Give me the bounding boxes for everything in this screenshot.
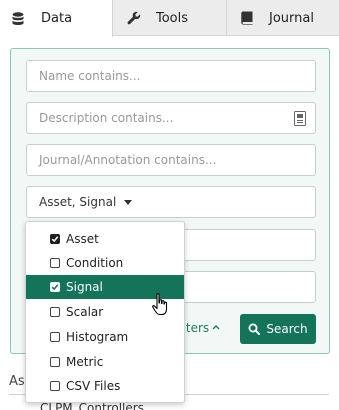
tab-journal-label: Journal — [269, 10, 314, 26]
menu-item-label: Metric — [66, 355, 104, 369]
document-icon[interactable] — [294, 111, 306, 126]
name-contains-input[interactable]: Name contains... — [26, 60, 316, 92]
data-panel-root: Data Tools Journal Name contains... Desc — [0, 0, 339, 410]
menu-item-label: Condition — [66, 256, 124, 270]
search-button[interactable]: Search — [240, 314, 316, 344]
type-filter-value: Asset, Signal — [39, 195, 117, 209]
name-contains-placeholder: Name contains... — [39, 69, 141, 83]
tab-bar: Data Tools Journal — [0, 0, 339, 37]
tab-data-label: Data — [41, 11, 73, 26]
description-contains-input[interactable]: Description contains... — [26, 102, 316, 134]
menu-item-label: Asset — [66, 232, 99, 246]
checkbox-checked-icon[interactable] — [50, 282, 60, 292]
journal-contains-placeholder: Journal/Annotation contains... — [39, 153, 217, 167]
tab-data[interactable]: Data — [0, 0, 113, 37]
tab-journal[interactable]: Journal — [227, 0, 339, 36]
tab-tools-label: Tools — [156, 10, 189, 26]
menu-item-label: Histogram — [66, 330, 129, 344]
menu-item-label: Scalar — [66, 305, 104, 319]
journal-contains-input[interactable]: Journal/Annotation contains... — [26, 144, 316, 176]
description-contains-placeholder: Description contains... — [39, 111, 174, 125]
type-filter-select[interactable]: Asset, Signal — [26, 186, 316, 218]
tab-tools[interactable]: Tools — [113, 0, 227, 36]
menu-item-histogram[interactable]: Histogram — [26, 325, 184, 349]
search-button-label: Search — [266, 322, 308, 336]
wrench-icon — [126, 10, 142, 26]
menu-item-label: CSV Files — [66, 379, 121, 393]
database-icon — [10, 11, 26, 27]
checkbox-empty-icon[interactable] — [50, 357, 60, 367]
journal-icon — [239, 10, 255, 26]
menu-item-asset[interactable]: Asset — [26, 227, 184, 251]
checkbox-empty-icon[interactable] — [50, 332, 60, 342]
search-icon — [248, 323, 261, 335]
caret-down-icon — [124, 199, 133, 205]
menu-item-condition[interactable]: Condition — [26, 251, 184, 275]
menu-item-metric[interactable]: Metric — [26, 350, 184, 374]
checkbox-checked-icon[interactable] — [50, 234, 60, 244]
checkbox-empty-icon[interactable] — [50, 258, 60, 268]
chevron-up-icon — [212, 323, 220, 333]
menu-item-label: Signal — [66, 280, 103, 294]
hand-pointer-cursor-icon — [151, 292, 171, 318]
menu-item-csv-files[interactable]: CSV Files — [26, 374, 184, 398]
checkbox-empty-icon[interactable] — [50, 307, 60, 317]
checkbox-empty-icon[interactable] — [50, 381, 60, 391]
